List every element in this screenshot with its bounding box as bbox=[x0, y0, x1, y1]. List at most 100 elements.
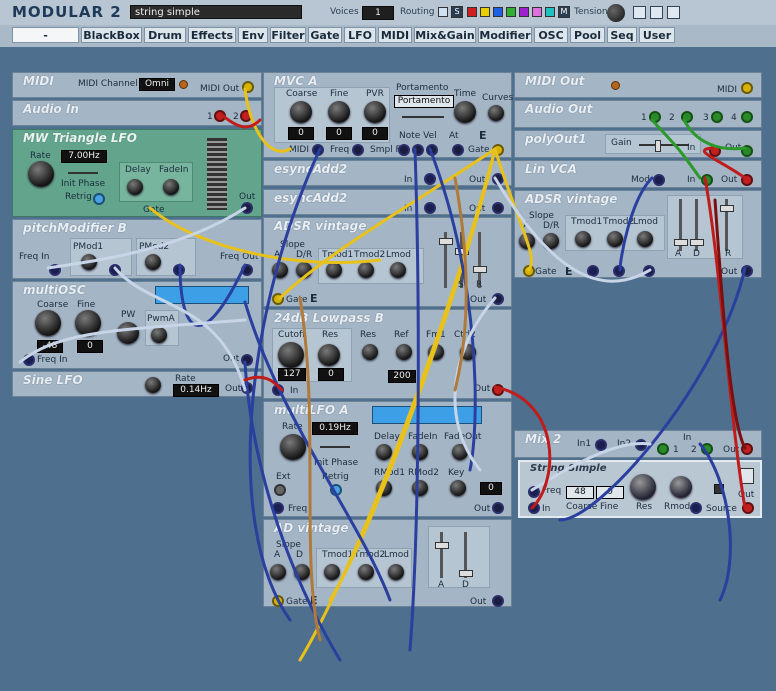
adsr2-d-fader-cap[interactable] bbox=[690, 239, 704, 246]
esync2-in-jack[interactable] bbox=[424, 202, 436, 214]
mvc-smplf-jack[interactable] bbox=[398, 144, 410, 156]
routing-green[interactable] bbox=[506, 7, 516, 17]
module-24db-lowpass[interactable]: 24dB Lowpass B Cutoff 127 Res 0 Res Ref … bbox=[263, 309, 512, 399]
multilfo-waveform-selector[interactable] bbox=[372, 406, 482, 424]
fm1-knob[interactable] bbox=[428, 344, 444, 360]
multilfo-rmod1-knob[interactable] bbox=[376, 480, 392, 496]
module-adsr-2[interactable]: ADSR vintage Slope A D/R Tmod1 Tmod2 Lmo… bbox=[514, 190, 762, 278]
module-ad-vintage[interactable]: AD vintage Slope A D Tmod1 Tmod2 Lmod A … bbox=[263, 519, 512, 607]
adsr1-tmod1-knob[interactable] bbox=[326, 262, 342, 278]
ad-gate-jack[interactable] bbox=[272, 595, 284, 607]
module-esync-2[interactable]: esyncAdd2 In Out bbox=[263, 189, 512, 215]
multilfo-fadeout-knob[interactable] bbox=[452, 444, 468, 460]
module-esync-1[interactable]: esyncAdd2 In Out bbox=[263, 160, 512, 186]
module-sine-lfo[interactable]: Sine LFO Rate 0.14Hz Out bbox=[12, 371, 262, 397]
multilfo-freq-jack[interactable] bbox=[272, 502, 284, 514]
routing-pink[interactable] bbox=[532, 7, 542, 17]
string-res-knob[interactable] bbox=[630, 474, 656, 500]
esync1-in-jack[interactable] bbox=[424, 173, 436, 185]
routing-mode-1[interactable] bbox=[438, 7, 448, 17]
lfo-out-jack[interactable] bbox=[241, 202, 253, 214]
adsr2-out-jack[interactable] bbox=[741, 265, 753, 277]
patch-name-field[interactable]: string simple bbox=[130, 5, 302, 19]
multilfo-ext-switch[interactable] bbox=[274, 484, 286, 496]
audio-in-2-jack[interactable] bbox=[240, 110, 252, 122]
ad-d-fader-cap[interactable] bbox=[459, 570, 473, 577]
polyout-gain-slider[interactable] bbox=[639, 144, 689, 146]
module-adsr-1[interactable]: ADSR vintage Slope A D/R Tmod1 Tmod2 Lmo… bbox=[263, 217, 512, 307]
adsr2-gate-jack[interactable] bbox=[523, 265, 535, 277]
adsr2-slope-dr-knob[interactable] bbox=[543, 233, 559, 249]
string-rmod-jack[interactable] bbox=[690, 502, 702, 514]
midi-out-in-jack[interactable] bbox=[741, 82, 753, 94]
multilfo-fadein-knob[interactable] bbox=[412, 444, 428, 460]
osc-fine-knob[interactable] bbox=[75, 310, 101, 336]
module-pitch-modifier[interactable]: pitchModifier B Freq In PMod1 PMod2 Freq… bbox=[12, 219, 262, 279]
module-mvc[interactable]: MVC A Coarse 0 Fine 0 PVR 0 Portamento P… bbox=[263, 72, 513, 158]
string-freq-jack[interactable] bbox=[528, 486, 540, 498]
mvc-vel-jack[interactable] bbox=[426, 144, 438, 156]
ad-lmod-knob[interactable] bbox=[388, 564, 404, 580]
sine-out-jack[interactable] bbox=[241, 382, 253, 394]
osc-pwma-knob[interactable] bbox=[151, 327, 167, 343]
multilfo-phase-slider[interactable] bbox=[320, 446, 350, 448]
retrig-button[interactable] bbox=[93, 193, 105, 205]
adsr2-slope-a-knob[interactable] bbox=[519, 233, 535, 249]
routing-blue[interactable] bbox=[493, 7, 503, 17]
portamento-mode[interactable]: Portamento bbox=[394, 95, 454, 108]
mix-in-1-jack[interactable] bbox=[657, 443, 669, 455]
osc-pw-knob[interactable] bbox=[117, 322, 139, 344]
osc-coarse-knob[interactable] bbox=[35, 310, 61, 336]
adsr1-d-fader-cap[interactable] bbox=[455, 248, 469, 255]
multilfo-retrig-button[interactable] bbox=[330, 484, 342, 496]
mvc-freq-out-jack[interactable] bbox=[352, 144, 364, 156]
adsr2-lmod-jack[interactable] bbox=[643, 265, 655, 277]
adsr2-tmod1-knob[interactable] bbox=[575, 231, 591, 247]
mix-in2-jack[interactable] bbox=[635, 439, 647, 451]
routing-s-button[interactable]: S bbox=[451, 6, 463, 18]
res-mod-knob[interactable] bbox=[362, 344, 378, 360]
category-tab-flexor[interactable]: -=Flexor=- bbox=[12, 27, 79, 58]
pmod1-knob[interactable] bbox=[81, 254, 97, 270]
adsr2-a-fader-cap[interactable] bbox=[674, 239, 688, 246]
module-polyout[interactable]: polyOut1 Gain In Out bbox=[514, 130, 762, 158]
polyout-out-jack[interactable] bbox=[741, 145, 753, 157]
mvc-note-jack[interactable] bbox=[412, 144, 424, 156]
category-tab-env[interactable]: Env bbox=[238, 27, 268, 43]
audio-out-1-jack[interactable] bbox=[649, 111, 661, 123]
fadein-knob[interactable] bbox=[163, 179, 179, 195]
category-tab-pool[interactable]: Pool bbox=[570, 27, 605, 43]
category-tab-modifier[interactable]: Modifier bbox=[478, 27, 532, 43]
category-tab-drum[interactable]: Drum bbox=[144, 27, 186, 43]
mvc-midi-in-jack[interactable] bbox=[312, 144, 324, 156]
module-audio-in[interactable]: Audio In 1 2 bbox=[12, 100, 262, 126]
category-tab-user[interactable]: User bbox=[639, 27, 675, 43]
ad-tmod2-knob[interactable] bbox=[358, 564, 374, 580]
vca-in-jack[interactable] bbox=[701, 174, 713, 186]
ad-a-fader-cap[interactable] bbox=[435, 542, 449, 549]
pmod2-jack[interactable] bbox=[173, 264, 185, 276]
mix-in1-jack[interactable] bbox=[595, 439, 607, 451]
vca-out-jack[interactable] bbox=[741, 174, 753, 186]
adsr2-lmod-knob[interactable] bbox=[637, 231, 653, 247]
module-audio-out[interactable]: Audio Out 1 2 3 4 bbox=[514, 100, 762, 128]
category-tab-osc[interactable]: OSC bbox=[534, 27, 568, 43]
mvc-at-jack[interactable] bbox=[452, 144, 464, 156]
adsr2-tmod2-knob[interactable] bbox=[607, 231, 623, 247]
ad-slope-d-knob[interactable] bbox=[294, 564, 310, 580]
module-lin-vca[interactable]: Lin VCA Mod In Out bbox=[514, 160, 762, 188]
ad-tmod1-knob[interactable] bbox=[324, 564, 340, 580]
init-phase-slider[interactable] bbox=[68, 172, 98, 174]
string-out-jack[interactable] bbox=[742, 502, 754, 514]
adsr2-tmod1-jack[interactable] bbox=[587, 265, 599, 277]
ad-out-jack[interactable] bbox=[492, 595, 504, 607]
ref-knob[interactable] bbox=[396, 344, 412, 360]
pmod1-jack[interactable] bbox=[109, 264, 121, 276]
multilfo-rate-knob[interactable] bbox=[280, 434, 306, 460]
delay-knob[interactable] bbox=[127, 179, 143, 195]
audio-out-3-jack[interactable] bbox=[711, 111, 723, 123]
mvc-gate-jack[interactable] bbox=[492, 144, 504, 156]
mix-out-jack[interactable] bbox=[741, 443, 753, 455]
adsr1-out-jack[interactable] bbox=[492, 293, 504, 305]
mix-in-2-jack[interactable] bbox=[701, 443, 713, 455]
